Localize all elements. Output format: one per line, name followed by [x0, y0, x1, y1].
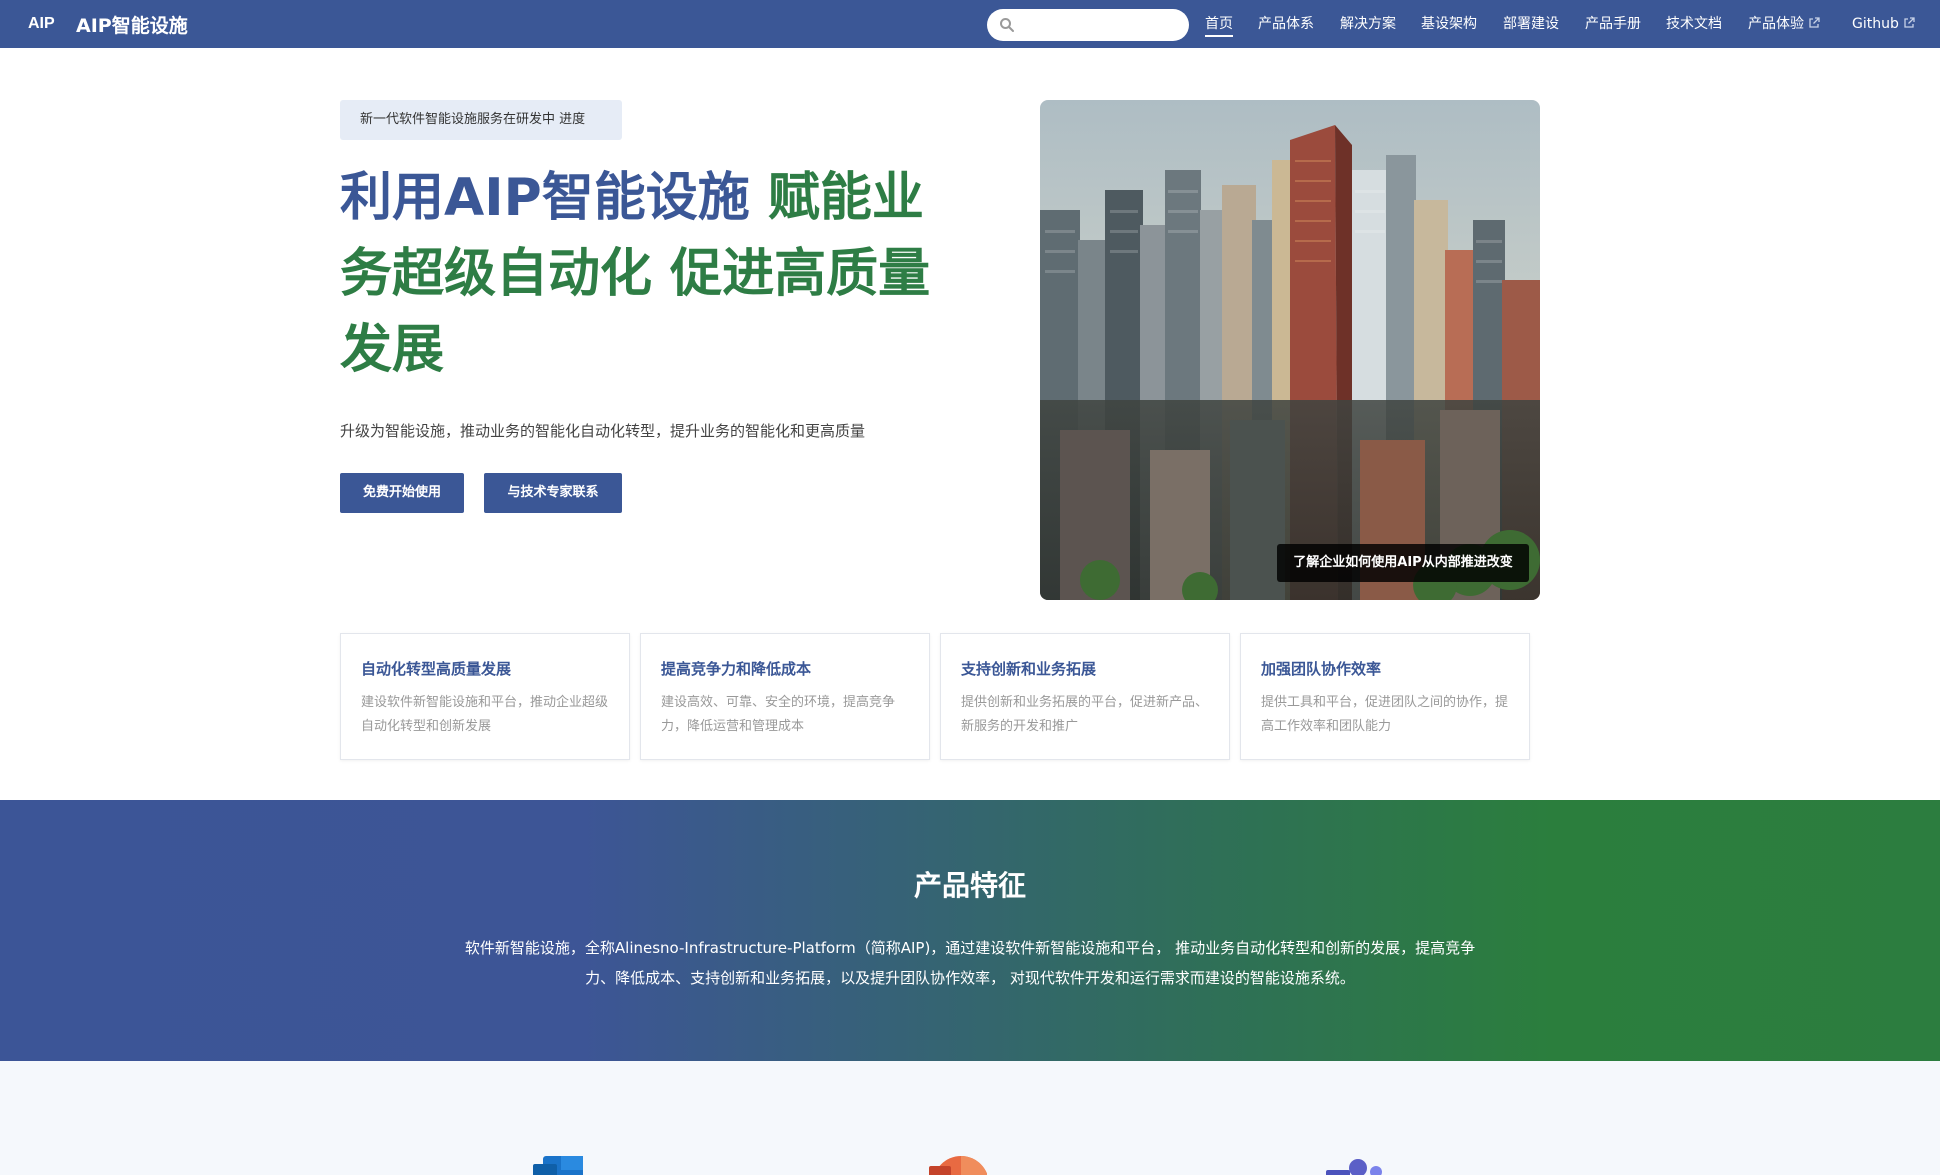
nav-docs[interactable]: 技术文档 [1666, 0, 1722, 48]
search-icon [1000, 18, 1014, 32]
feature-card-title: 支持创新和业务拓展 [961, 660, 1097, 678]
hero-title-part1: 利用AIP智能设施 [340, 168, 768, 228]
top-navbar: AIP AIP智能设施 首页 产品体系 解决方案 基设架构 部署建设 产品手册 … [0, 0, 1940, 48]
feature-card[interactable]: 提高竞争力和降低成本 建设高效、可靠、安全的环境，提高竞争力，降低运营和管理成本 [640, 633, 930, 760]
nav-manual[interactable]: 产品手册 [1585, 0, 1641, 48]
progress-badge[interactable]: 新一代软件智能设施服务在研发中 进度 [340, 100, 622, 140]
image-caption-link[interactable]: 了解企业如何使用AIP从内部推进改变 [1277, 544, 1529, 582]
external-link-icon [1809, 17, 1820, 28]
section-description: 软件新智能设施，全称Alinesno-Infrastructure-Platfo… [464, 939, 1476, 987]
powerpoint-icon [929, 1156, 987, 1175]
feature-card[interactable]: 加强团队协作效率 提供工具和平台，促进团队之间的协作，提高工作效率和团队能力 [1240, 633, 1530, 760]
nav-deployment[interactable]: 部署建设 [1503, 0, 1559, 48]
product-features-section: 产品特征 软件新智能设施，全称Alinesno-Infrastructure-P… [0, 800, 1940, 1061]
feature-card-desc: 建设软件新智能设施和平台，推动企业超级自动化转型和创新发展 [361, 695, 609, 734]
external-link-icon [1904, 17, 1915, 28]
hero-title: 利用AIP智能设施 赋能业务超级自动化 促进高质量发展 [340, 160, 960, 388]
hero-subtitle: 升级为智能设施，推动业务的智能化自动化转型，提升业务的智能化和更高质量 [340, 422, 866, 440]
outlook-icon [533, 1156, 583, 1175]
nav-solutions[interactable]: 解决方案 [1340, 0, 1396, 48]
nav-home[interactable]: 首页 [1205, 0, 1233, 48]
contact-expert-button[interactable]: 与技术专家联系 [484, 473, 622, 513]
nav-github-label: Github [1852, 16, 1899, 32]
feature-card-desc: 提供创新和业务拓展的平台，促进新产品、新服务的开发和推广 [961, 695, 1209, 734]
brand-title[interactable]: AIP智能设施 [76, 11, 188, 38]
start-free-button[interactable]: 免费开始使用 [340, 473, 464, 513]
feature-card[interactable]: 支持创新和业务拓展 提供创新和业务拓展的平台，促进新产品、新服务的开发和推广 [940, 633, 1230, 760]
nav-trial-label: 产品体验 [1748, 16, 1804, 32]
feature-card-desc: 提供工具和平台，促进团队之间的协作，提高工作效率和团队能力 [1261, 695, 1509, 734]
feature-card-title: 提高竞争力和降低成本 [661, 660, 812, 678]
nav-products[interactable]: 产品体系 [1258, 0, 1314, 48]
search-input[interactable] [987, 9, 1189, 41]
feature-card-title: 加强团队协作效率 [1261, 660, 1382, 678]
feature-card[interactable]: 自动化转型高质量发展 建设软件新智能设施和平台，推动企业超级自动化转型和创新发展 [340, 633, 630, 760]
feature-card-title: 自动化转型高质量发展 [361, 660, 512, 678]
nav-trial[interactable]: 产品体验 [1748, 0, 1820, 48]
city-skyline-image [1040, 100, 1540, 600]
nav-github[interactable]: Github [1852, 0, 1915, 48]
brand-logo[interactable]: AIP [28, 15, 55, 33]
product-icons-section [0, 1061, 1940, 1175]
teams-icon [1326, 1159, 1382, 1175]
section-title: 产品特征 [913, 869, 1026, 902]
nav-architecture[interactable]: 基设架构 [1421, 0, 1477, 48]
feature-card-desc: 建设高效、可靠、安全的环境，提高竞争力，降低运营和管理成本 [661, 695, 896, 734]
